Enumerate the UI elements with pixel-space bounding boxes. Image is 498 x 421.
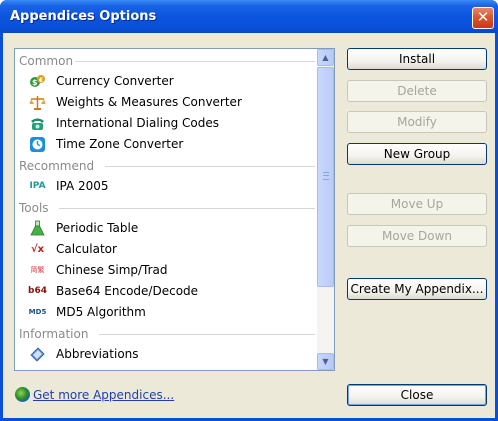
scroll-down-button[interactable]: ▼ [317, 353, 334, 370]
list-item[interactable]: International Dialing Codes [29, 113, 315, 134]
list-item[interactable]: Periodic Table [29, 218, 315, 239]
list-item[interactable]: √x Calculator [29, 239, 315, 260]
new-group-button[interactable]: New Group [347, 143, 487, 165]
ipa-icon: IPA [29, 181, 46, 191]
list-item[interactable]: 简繁 Chinese Simp/Trad [29, 260, 315, 281]
clock-icon [29, 136, 46, 153]
scroll-thumb[interactable] [317, 67, 334, 287]
dialog-window: Appendices Options ✕ Common $ € Currency … [0, 0, 498, 421]
group-divider [105, 166, 315, 167]
group-divider [75, 61, 315, 62]
list-item[interactable]: b64 Base64 Encode/Decode [28, 281, 315, 302]
group-header-tools: Tools [19, 198, 315, 218]
svg-text:€: € [38, 77, 43, 84]
list-item[interactable]: IPA IPA 2005 [29, 176, 315, 197]
list-item[interactable]: $ € Currency Converter [29, 71, 315, 92]
move-up-button[interactable]: Move Up [347, 193, 487, 215]
flask-icon [29, 220, 46, 237]
list-item[interactable]: Time Zone Converter [29, 134, 315, 155]
scale-icon [29, 94, 46, 111]
close-button[interactable]: Close [347, 384, 487, 406]
group-divider [59, 208, 315, 209]
sqrt-icon: √x [30, 244, 45, 255]
list-item[interactable]: Weights & Measures Converter [29, 92, 315, 113]
globe-icon [15, 387, 30, 402]
phone-icon [29, 115, 46, 132]
modify-button[interactable]: Modify [347, 111, 487, 133]
dialog-client-area: Common $ € Currency Converter Weights & M… [3, 33, 495, 418]
close-window-button[interactable]: ✕ [472, 7, 494, 29]
move-down-button[interactable]: Move Down [347, 225, 487, 247]
scroll-up-button[interactable]: ▲ [317, 49, 334, 66]
create-appendix-button[interactable]: Create My Appendix... [347, 278, 487, 300]
list-item[interactable]: MD5 MD5 Algorithm [29, 302, 315, 323]
group-divider [99, 334, 315, 335]
group-header-recommend: Recommend [19, 156, 315, 176]
group-header-information: Information [19, 324, 315, 344]
title-bar[interactable]: Appendices Options ✕ [0, 0, 498, 33]
install-button[interactable]: Install [347, 48, 487, 70]
chinese-char-icon: 简繁 [30, 266, 45, 274]
abbreviations-icon [29, 346, 46, 363]
b64-icon: b64 [28, 286, 47, 296]
md5-icon: MD5 [28, 308, 47, 316]
delete-button[interactable]: Delete [347, 80, 487, 102]
window-title: Appendices Options [10, 9, 157, 24]
list-item[interactable]: Abbreviations [29, 344, 315, 365]
appendices-list[interactable]: Common $ € Currency Converter Weights & M… [14, 48, 335, 371]
group-header-common: Common [19, 51, 315, 71]
currency-icon: $ € [29, 73, 46, 90]
appendices-list-content: Common $ € Currency Converter Weights & M… [15, 49, 317, 370]
grip-icon [323, 172, 329, 180]
list-scrollbar[interactable]: ▲ ▼ [317, 49, 334, 370]
